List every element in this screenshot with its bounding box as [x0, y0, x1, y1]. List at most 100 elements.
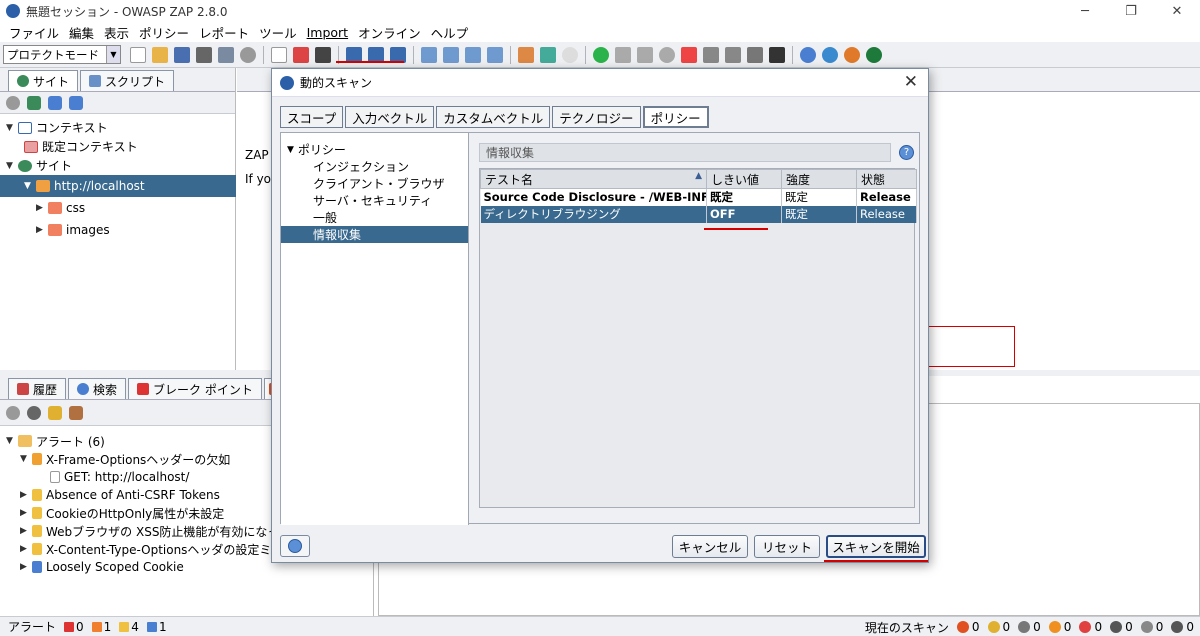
scan-policy-icon[interactable]	[725, 46, 741, 63]
console-icon[interactable]	[315, 46, 331, 63]
cancel-button[interactable]: キャンセル	[672, 535, 748, 558]
import-context-icon[interactable]	[48, 95, 62, 110]
panel-bottom-icon[interactable]	[487, 46, 503, 63]
tab-input-vectors[interactable]: 入力ベクトル	[345, 106, 435, 128]
expand-toggle[interactable]: ▶	[20, 526, 32, 536]
open-session-icon[interactable]	[152, 46, 168, 63]
panel-left-icon[interactable]	[421, 46, 437, 63]
context-icon[interactable]	[6, 95, 20, 110]
break-on-icon[interactable]	[593, 46, 609, 63]
tree-item-css[interactable]: ▶ css	[6, 197, 235, 219]
expand-toggle[interactable]: ▼	[287, 145, 294, 155]
help-icon[interactable]: ?	[899, 145, 914, 160]
expand-toggle[interactable]: ▶	[20, 544, 32, 554]
close-icon[interactable]: ✕	[904, 72, 918, 92]
broom-icon[interactable]	[69, 405, 83, 420]
panel-right-icon[interactable]	[465, 46, 481, 63]
expand-toggle[interactable]: ▶	[20, 490, 32, 500]
menu-policy[interactable]: ポリシー	[134, 23, 194, 42]
menu-file[interactable]: ファイル	[4, 23, 64, 42]
encode-icon[interactable]	[703, 46, 719, 63]
hud-icon[interactable]	[866, 46, 882, 63]
menu-help[interactable]: ヘルプ	[426, 23, 474, 42]
minimize-button[interactable]: ─	[1062, 0, 1108, 22]
tab-sites[interactable]: サイト	[8, 70, 79, 91]
tree-item-sites[interactable]: ▼ サイト	[6, 156, 235, 175]
restore-button[interactable]: ❐	[1108, 0, 1154, 22]
split-handle[interactable]	[474, 133, 478, 525]
firefox-icon[interactable]	[844, 46, 860, 63]
refresh-icon[interactable]	[822, 46, 838, 63]
table-row[interactable]: ディレクトリブラウジング OFF 既定 Release	[480, 205, 917, 223]
tab-breakpoints[interactable]: ブレーク ポイント	[128, 378, 262, 399]
step-icon[interactable]	[615, 46, 631, 63]
dialog-help-button[interactable]	[280, 535, 310, 557]
policy-item-general[interactable]: 一般	[281, 209, 468, 226]
globe-filter-icon[interactable]	[27, 405, 41, 420]
policy-item-client-browser[interactable]: クライアント・ブラウザ	[281, 175, 468, 192]
menu-edit[interactable]: 編集	[64, 23, 99, 42]
tab-history[interactable]: 履歴	[8, 378, 67, 399]
expand-toggle[interactable]: ▼	[6, 161, 18, 171]
start-scan-button[interactable]: スキャンを開始	[826, 535, 926, 558]
policy-item-info-gathering[interactable]: 情報収集	[281, 226, 468, 243]
expand-toggle[interactable]: ▼	[6, 436, 18, 446]
filter-icon[interactable]	[6, 405, 20, 420]
tree-item-localhost[interactable]: ▼ http://localhost	[0, 175, 236, 197]
policy-item-injection[interactable]: インジェクション	[281, 158, 468, 175]
chevron-down-icon[interactable]: ▼	[106, 46, 120, 63]
policy-item-server-security[interactable]: サーバ・セキュリティ	[281, 192, 468, 209]
menu-online[interactable]: オンライン	[353, 23, 426, 42]
addons-icon[interactable]	[518, 46, 534, 63]
tab-scope[interactable]: スコープ	[280, 106, 344, 128]
table-row[interactable]: Source Code Disclosure - /WEB-INF folder…	[480, 188, 917, 206]
tree-item-default-context[interactable]: 既定コンテキスト	[6, 137, 235, 156]
expand-toggle[interactable]: ▶	[20, 562, 32, 572]
expand-toggle[interactable]: ▶	[36, 203, 48, 213]
show-tab-icon[interactable]	[271, 46, 287, 63]
expand-toggle[interactable]: ▼	[6, 123, 18, 133]
help-icon[interactable]	[800, 46, 816, 63]
new-context-icon[interactable]	[27, 95, 41, 110]
tree-icon[interactable]	[747, 46, 763, 63]
hide-tab-icon[interactable]	[293, 46, 309, 63]
tree-item-images[interactable]: ▶ images	[6, 219, 235, 241]
policy-root[interactable]: ▼ ポリシー	[281, 141, 468, 158]
expand-toggle[interactable]: ▶	[36, 225, 48, 235]
menu-tools[interactable]: ツール	[254, 23, 302, 42]
cell-strength[interactable]: 既定	[781, 188, 857, 206]
close-window-button[interactable]: ✕	[1154, 0, 1200, 22]
tab-policy[interactable]: ポリシー	[642, 106, 709, 128]
tab-technology[interactable]: テクノロジー	[552, 106, 641, 128]
menu-report[interactable]: レポート	[194, 23, 254, 42]
cell-threshold[interactable]: OFF	[706, 205, 782, 223]
tab-custom-vectors[interactable]: カスタムベクトル	[436, 106, 551, 128]
bulb-icon[interactable]	[562, 46, 578, 63]
continue-icon[interactable]	[637, 46, 653, 63]
menu-view[interactable]: 表示	[99, 23, 134, 42]
sync-icon[interactable]	[540, 46, 556, 63]
remove-breaks-icon[interactable]	[681, 46, 697, 63]
column-header-threshold[interactable]: しきい値	[706, 169, 782, 189]
expand-toggle[interactable]: ▼	[24, 181, 36, 191]
cell-strength[interactable]: 既定	[781, 205, 857, 223]
save-session-icon[interactable]	[174, 46, 190, 63]
export-context-icon[interactable]	[69, 95, 83, 110]
options-gear-icon[interactable]	[240, 46, 256, 63]
mode-select[interactable]: プロテクトモード ▼	[3, 45, 121, 64]
column-header-status[interactable]: 状態	[856, 169, 917, 189]
reset-button[interactable]: リセット	[754, 535, 820, 558]
cell-threshold[interactable]: 既定	[706, 188, 782, 206]
drop-icon[interactable]	[659, 46, 675, 63]
tree-item-contexts[interactable]: ▼ コンテキスト	[6, 118, 235, 137]
expand-toggle[interactable]: ▶	[20, 508, 32, 518]
column-header-test-name[interactable]: テスト名 ▲	[480, 169, 707, 189]
terminal-icon[interactable]	[769, 46, 785, 63]
new-session-icon[interactable]	[130, 46, 146, 63]
properties-icon[interactable]	[218, 46, 234, 63]
tab-scripts[interactable]: スクリプト	[80, 70, 175, 91]
panel-split-icon[interactable]	[443, 46, 459, 63]
edit-pencil-icon[interactable]	[48, 405, 62, 420]
column-header-strength[interactable]: 強度	[781, 169, 857, 189]
menu-import[interactable]: Import	[302, 25, 354, 40]
